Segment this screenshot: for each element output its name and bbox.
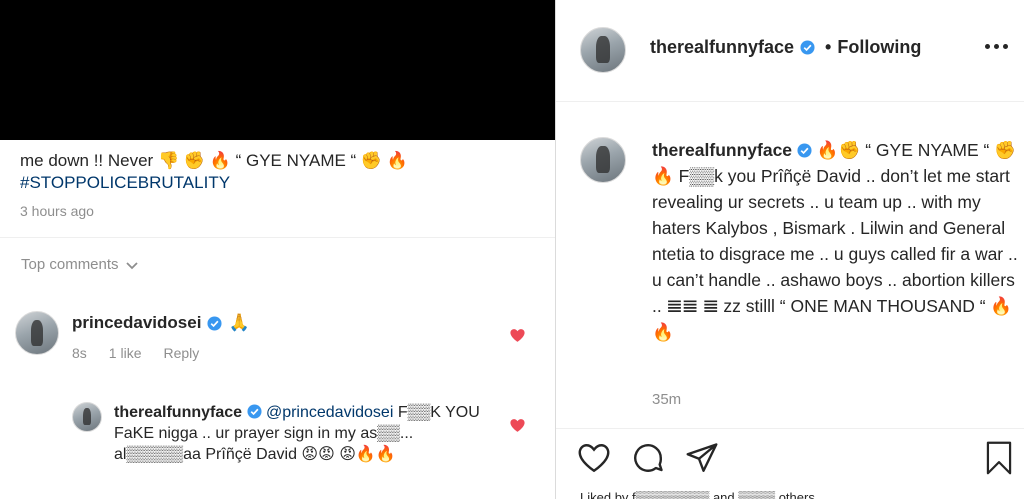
chevron-down-icon [125, 261, 138, 269]
following-button[interactable]: Following [837, 37, 921, 58]
caption-time[interactable]: 35m [652, 391, 681, 408]
share-icon[interactable] [684, 440, 720, 476]
hashtag-link[interactable]: #STOPPOLICEBRUTALITY [20, 172, 540, 194]
comment-meta: 8s 1 like Reply [72, 345, 199, 361]
heart-icon[interactable] [576, 440, 612, 476]
mention-link[interactable]: @princedavidosei [266, 404, 393, 421]
comment-text: 🙏 [228, 313, 250, 332]
separator-dot: • [825, 37, 832, 57]
verified-badge-icon [207, 315, 222, 331]
action-bar [576, 440, 720, 476]
bookmark-icon[interactable] [982, 440, 1016, 476]
caption-username[interactable]: therealfunnyface [652, 140, 792, 160]
heart-icon[interactable] [509, 327, 526, 344]
right-panel: therealfunnyface • Following therealfunn… [556, 0, 1024, 499]
header-username[interactable]: therealfunnyface [650, 37, 794, 58]
caption-line: me down !! Never 👎 ✊ 🔥 “ GYE NYAME “ ✊ 🔥 [20, 151, 408, 170]
verified-badge-icon [246, 404, 262, 419]
liked-by-text[interactable]: Liked by f▒▒▒▒▒▒▒▒ and ▒▒▒▒ others [580, 490, 815, 499]
avatar[interactable] [72, 402, 102, 432]
divider [556, 428, 1024, 429]
reply-username[interactable]: therealfunnyface [114, 404, 242, 421]
caption-tail: me down !! Never 👎 ✊ 🔥 “ GYE NYAME “ ✊ 🔥… [20, 150, 540, 194]
avatar[interactable] [15, 311, 59, 355]
avatar[interactable] [580, 27, 626, 73]
top-comments-dropdown[interactable]: Top comments [21, 256, 139, 273]
more-options-icon[interactable] [985, 44, 1008, 49]
reply-comment: therealfunnyface @princedavidosei F▒▒K Y… [114, 402, 504, 465]
comment-likes[interactable]: 1 like [109, 345, 142, 361]
top-comments-label: Top comments [21, 256, 119, 273]
heart-icon[interactable] [509, 417, 526, 434]
comment-age: 8s [72, 345, 87, 361]
post-timestamp[interactable]: 3 hours ago [20, 203, 94, 219]
caption-text: 🔥✊ “ GYE NYAME “ ✊🔥 F▒▒k you Prîñçë Davi… [652, 140, 1018, 342]
media-area [0, 0, 555, 140]
comment-icon[interactable] [630, 440, 666, 476]
avatar[interactable] [580, 137, 626, 183]
comment-username[interactable]: princedavidosei [72, 313, 201, 333]
header-user: therealfunnyface • Following [650, 37, 921, 58]
verified-badge-icon [800, 40, 815, 55]
left-panel: me down !! Never 👎 ✊ 🔥 “ GYE NYAME “ ✊ 🔥… [0, 0, 556, 499]
post-header: therealfunnyface • Following [556, 0, 1024, 102]
comment-header: princedavidosei 🙏 [72, 313, 250, 333]
divider [0, 237, 555, 238]
post-caption: therealfunnyface 🔥✊ “ GYE NYAME “ ✊🔥 F▒▒… [652, 137, 1020, 345]
reply-button[interactable]: Reply [163, 345, 199, 361]
verified-badge-icon [797, 143, 812, 158]
